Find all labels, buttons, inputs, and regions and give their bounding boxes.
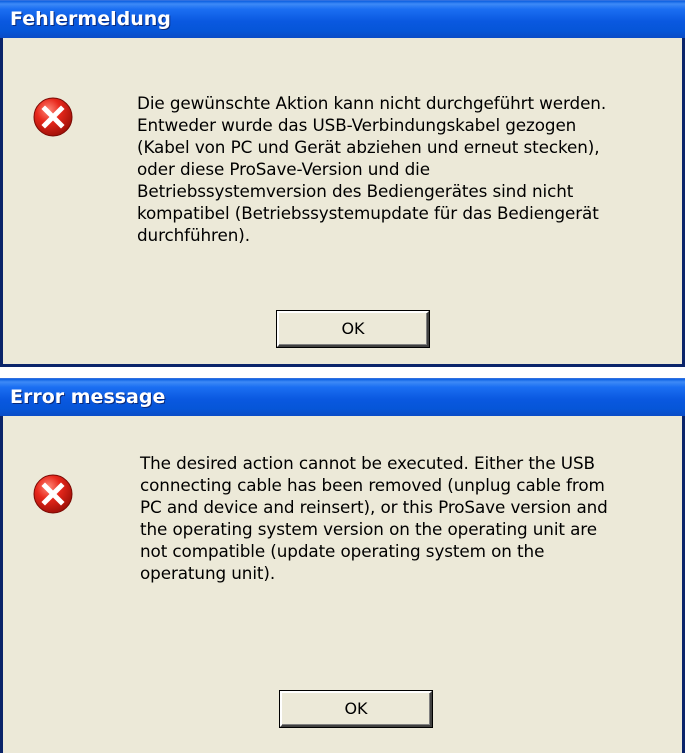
ok-button[interactable]: OK [280, 691, 432, 727]
dialog-title: Fehlermeldung [10, 8, 171, 30]
error-message-text: Die gewünschte Aktion kann nicht durchge… [137, 93, 607, 245]
error-dialog-english: Error message The desired action cannot … [0, 378, 685, 753]
ok-button[interactable]: OK [277, 311, 429, 347]
error-icon [33, 474, 73, 514]
error-dialog-german: Fehlermeldung Die gewünschte Aktion kann… [0, 0, 685, 367]
dialog-title: Error message [10, 386, 166, 408]
error-icon [33, 97, 73, 137]
error-message-text: The desired action cannot be executed. E… [140, 453, 608, 583]
title-bar[interactable]: Fehlermeldung [0, 0, 685, 38]
title-bar[interactable]: Error message [0, 378, 685, 416]
